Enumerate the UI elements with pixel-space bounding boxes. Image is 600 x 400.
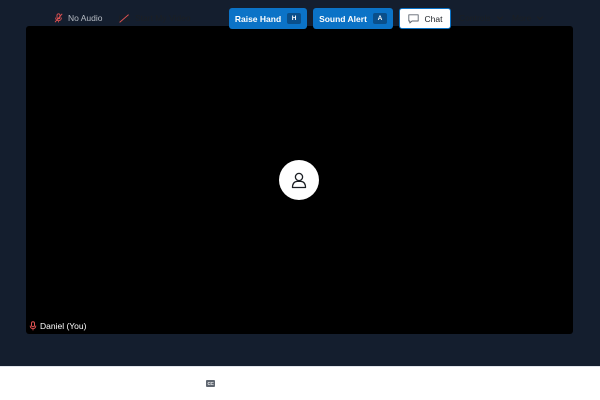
chat-button[interactable]: Chat — [399, 8, 451, 29]
controls-menu-button[interactable]: Controls — [459, 8, 504, 28]
participant-name-tag: Daniel (You) — [29, 320, 86, 332]
no-audio-button[interactable]: No Audio — [54, 8, 103, 28]
raise-hand-label: Raise Hand — [234, 13, 282, 24]
controls-label: Controls — [459, 13, 491, 23]
chat-bubble-icon — [407, 13, 419, 23]
raise-hand-button[interactable]: Raise Hand H — [229, 8, 307, 29]
no-audio-label: No Audio — [68, 13, 103, 23]
start-video-button[interactable]: Start My Video — [119, 8, 191, 28]
chat-label: Chat — [424, 13, 443, 24]
raise-hand-shortcut-badge: H — [287, 13, 302, 24]
participant-avatar — [279, 160, 319, 200]
closed-captions-button[interactable]: CC — [206, 380, 215, 387]
meeting-toolbar — [0, 366, 600, 400]
participant-name: Daniel (You) — [40, 321, 87, 331]
video-off-icon — [119, 13, 130, 23]
user-silhouette-icon — [291, 172, 307, 189]
cc-label: CC — [207, 381, 214, 386]
chevron-down-icon — [536, 16, 544, 21]
mic-muted-icon — [29, 321, 37, 331]
sound-alert-label: Sound Alert — [319, 13, 367, 24]
more-label: More — [512, 13, 532, 23]
sound-alert-button[interactable]: Sound Alert A — [313, 8, 393, 29]
chevron-down-icon — [496, 16, 504, 21]
start-video-label: Start My Video — [135, 13, 191, 23]
mic-off-icon — [54, 13, 63, 23]
sound-alert-shortcut-badge: A — [372, 13, 387, 24]
meeting-stage: Daniel (You) — [0, 0, 600, 366]
more-menu-button[interactable]: More — [512, 8, 544, 28]
